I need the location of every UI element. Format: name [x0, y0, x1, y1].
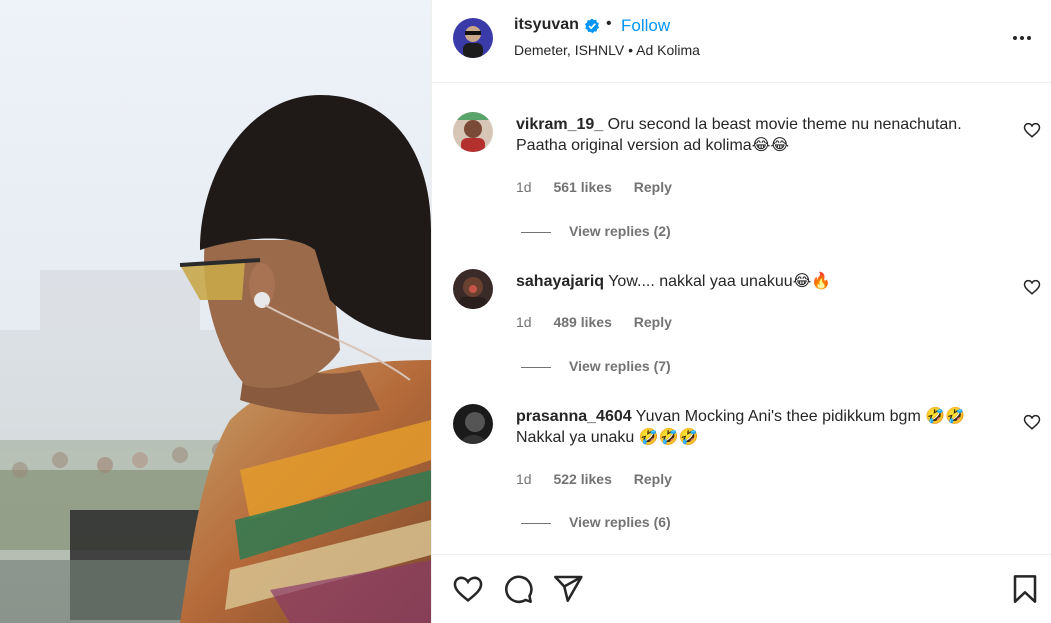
replies-divider: [521, 522, 551, 524]
comment-body: Yow.... nakkal yaa unakuu😂🔥: [608, 273, 832, 290]
post-media[interactable]: [0, 0, 431, 623]
like-comment-heart-icon[interactable]: [1023, 278, 1041, 296]
comment-text: sahayajariq Yow.... nakkal yaa unakuu😂🔥: [516, 271, 1006, 292]
verified-badge-icon: [584, 18, 600, 34]
author-avatar[interactable]: [453, 18, 493, 58]
comment-age: 1d: [516, 471, 532, 487]
commenter-username[interactable]: vikram_19_: [516, 116, 603, 133]
commenter-username[interactable]: prasanna_4604: [516, 408, 632, 425]
replies-divider: [521, 231, 551, 233]
commenter-avatar[interactable]: [453, 404, 493, 444]
post-details-panel: itsyuvan • Follow Demeter, ISHNLV • Ad K…: [431, 0, 1051, 623]
comment-meta: 1d 561 likes Reply: [516, 179, 690, 195]
view-replies-button[interactable]: View replies (6): [521, 514, 671, 530]
commenter-username[interactable]: sahayajariq: [516, 273, 604, 290]
comment-text: prasanna_4604 Yuvan Mocking Ani's thee p…: [516, 406, 1006, 448]
view-replies-button[interactable]: View replies (2): [521, 223, 671, 239]
comment-age: 1d: [516, 179, 532, 195]
comment-text: vikram_19_ Oru second la beast movie the…: [516, 114, 1006, 156]
view-replies-label: View replies (6): [569, 514, 671, 530]
comment-likes[interactable]: 522 likes: [553, 471, 611, 487]
like-comment-heart-icon[interactable]: [1023, 413, 1041, 431]
follow-button[interactable]: Follow: [621, 16, 670, 36]
bookmark-icon[interactable]: [1009, 573, 1041, 605]
like-comment-heart-icon[interactable]: [1023, 121, 1041, 139]
comment-likes[interactable]: 561 likes: [553, 179, 611, 195]
reply-button[interactable]: Reply: [634, 179, 672, 195]
more-options-icon[interactable]: [1008, 24, 1036, 52]
view-replies-label: View replies (7): [569, 358, 671, 374]
header-separator: •: [606, 15, 612, 32]
post-location[interactable]: Demeter, ISHNLV • Ad Kolima: [514, 42, 700, 58]
author-username[interactable]: itsyuvan: [514, 16, 579, 34]
post-actions-bar: [432, 554, 1051, 623]
commenter-avatar[interactable]: [453, 112, 493, 152]
replies-divider: [521, 366, 551, 368]
view-replies-label: View replies (2): [569, 223, 671, 239]
share-icon[interactable]: [552, 573, 584, 605]
comment-icon[interactable]: [502, 573, 534, 605]
reply-button[interactable]: Reply: [634, 314, 672, 330]
post-photo: [0, 0, 431, 623]
reply-button[interactable]: Reply: [634, 471, 672, 487]
heart-icon[interactable]: [452, 573, 484, 605]
comment-meta: 1d 522 likes Reply: [516, 471, 690, 487]
commenter-avatar[interactable]: [453, 269, 493, 309]
comment-age: 1d: [516, 314, 532, 330]
comment-likes[interactable]: 489 likes: [553, 314, 611, 330]
view-replies-button[interactable]: View replies (7): [521, 358, 671, 374]
post-header: itsyuvan • Follow Demeter, ISHNLV • Ad K…: [432, 0, 1051, 83]
comment-meta: 1d 489 likes Reply: [516, 314, 690, 330]
